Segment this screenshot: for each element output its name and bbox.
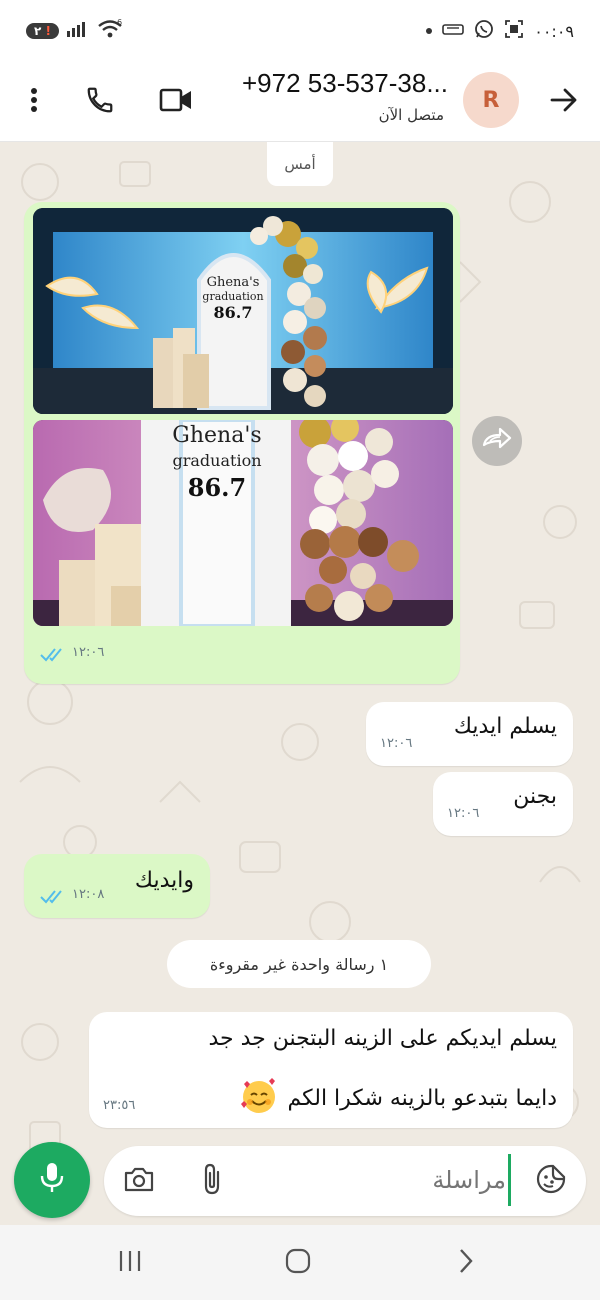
chat-header: +972 53-537-38... متصل الآن R xyxy=(0,62,600,142)
whatsapp-notification-icon xyxy=(474,19,494,43)
message-text: بجنن xyxy=(513,784,557,809)
mic-icon xyxy=(39,1161,65,1199)
back-arrow-icon xyxy=(550,87,578,117)
forward-icon xyxy=(482,427,512,455)
camera-icon xyxy=(123,1165,155,1197)
message-input[interactable] xyxy=(326,1160,506,1200)
svg-text:graduation: graduation xyxy=(173,451,262,470)
screenshot-icon xyxy=(504,19,524,43)
chevron-right-icon xyxy=(457,1248,475,1278)
incoming-message-bubble[interactable]: يسلم ايديكم على الزينه البتجنن جد جد داي… xyxy=(89,1012,573,1128)
home-icon xyxy=(284,1247,312,1279)
sticker-button[interactable] xyxy=(528,1158,574,1204)
svg-text:graduation: graduation xyxy=(202,290,263,303)
message-text-line2: دايما بتبدعو بالزينه شكرا الكم xyxy=(287,1085,557,1111)
message-composer xyxy=(104,1146,586,1216)
voice-record-button[interactable] xyxy=(14,1142,90,1218)
system-navigation-bar xyxy=(0,1225,600,1300)
smiling-hearts-emoji-icon xyxy=(239,1076,279,1120)
contact-status: متصل الآن xyxy=(378,106,444,124)
message-time: ١٢:٠٨ xyxy=(72,887,105,902)
svg-text:6: 6 xyxy=(117,19,122,27)
camera-button[interactable] xyxy=(116,1158,162,1204)
notification-badge: ٢ ! xyxy=(26,23,59,39)
message-time: ١٢:٠٦ xyxy=(447,806,480,821)
incoming-message-bubble[interactable]: بجنن ١٢:٠٦ xyxy=(433,772,573,836)
back-nav-button[interactable] xyxy=(444,1241,488,1285)
forward-button[interactable] xyxy=(472,416,522,466)
message-time: ١٢:٠٦ xyxy=(380,736,413,751)
media-message-bubble[interactable]: Ghena's graduation 86.7 Ghena's graduati… xyxy=(24,202,460,684)
svg-text:Ghena's: Ghena's xyxy=(207,275,260,290)
more-options-button[interactable] xyxy=(12,80,56,124)
signal-icon xyxy=(67,21,89,41)
chat-area[interactable]: أمس Ghena's graduation 86.7 Ghena's grad… xyxy=(0,142,600,1225)
svg-text:86.7: 86.7 xyxy=(214,303,253,322)
message-text: يسلم ايديك xyxy=(453,714,557,739)
text-cursor xyxy=(508,1154,511,1206)
incoming-message-bubble[interactable]: يسلم ايديك ١٢:٠٦ xyxy=(366,702,573,766)
status-bar: ٢ ! 6 ٠٠:٠٩ xyxy=(0,0,600,62)
date-chip: أمس xyxy=(267,142,333,186)
message-text: وايديك xyxy=(134,868,194,893)
decoration-photo-1[interactable]: Ghena's graduation 86.7 xyxy=(33,208,453,414)
voice-call-button[interactable] xyxy=(78,80,122,124)
unread-messages-divider: ١ رسالة واحدة غير مقروءة xyxy=(167,940,431,988)
notification-dot xyxy=(426,28,433,34)
avatar[interactable]: R xyxy=(463,72,519,128)
recents-button[interactable] xyxy=(108,1241,152,1285)
attach-button[interactable] xyxy=(190,1158,236,1204)
read-receipt-icon xyxy=(40,888,68,908)
video-call-button[interactable] xyxy=(154,80,198,124)
contact-name[interactable]: +972 53-537-38... xyxy=(242,68,448,99)
video-call-icon xyxy=(159,87,193,117)
svg-text:86.7: 86.7 xyxy=(188,473,246,502)
home-button[interactable] xyxy=(276,1241,320,1285)
wifi-icon: 6 xyxy=(97,18,123,43)
message-text-line1: يسلم ايديكم على الزينه البتجنن جد جد xyxy=(208,1026,557,1051)
svg-text:Ghena's: Ghena's xyxy=(172,423,261,448)
recents-icon xyxy=(117,1249,143,1277)
decoration-photo-2[interactable]: Ghena's graduation 86.7 xyxy=(33,420,453,626)
read-receipt-icon xyxy=(40,646,68,666)
message-time: ٢٣:٥٦ xyxy=(103,1098,136,1113)
app-notification-icon xyxy=(442,22,465,40)
outgoing-message-bubble[interactable]: ١٢:٠٨ وايديك xyxy=(24,854,210,918)
back-button[interactable] xyxy=(542,80,586,124)
more-vert-icon xyxy=(30,87,38,117)
sticker-icon xyxy=(535,1163,567,1199)
message-time: ١٢:٠٦ xyxy=(72,645,105,660)
attach-icon xyxy=(202,1162,224,1200)
phone-icon xyxy=(85,85,115,119)
clock-time: ٠٠:٠٩ xyxy=(534,21,574,41)
